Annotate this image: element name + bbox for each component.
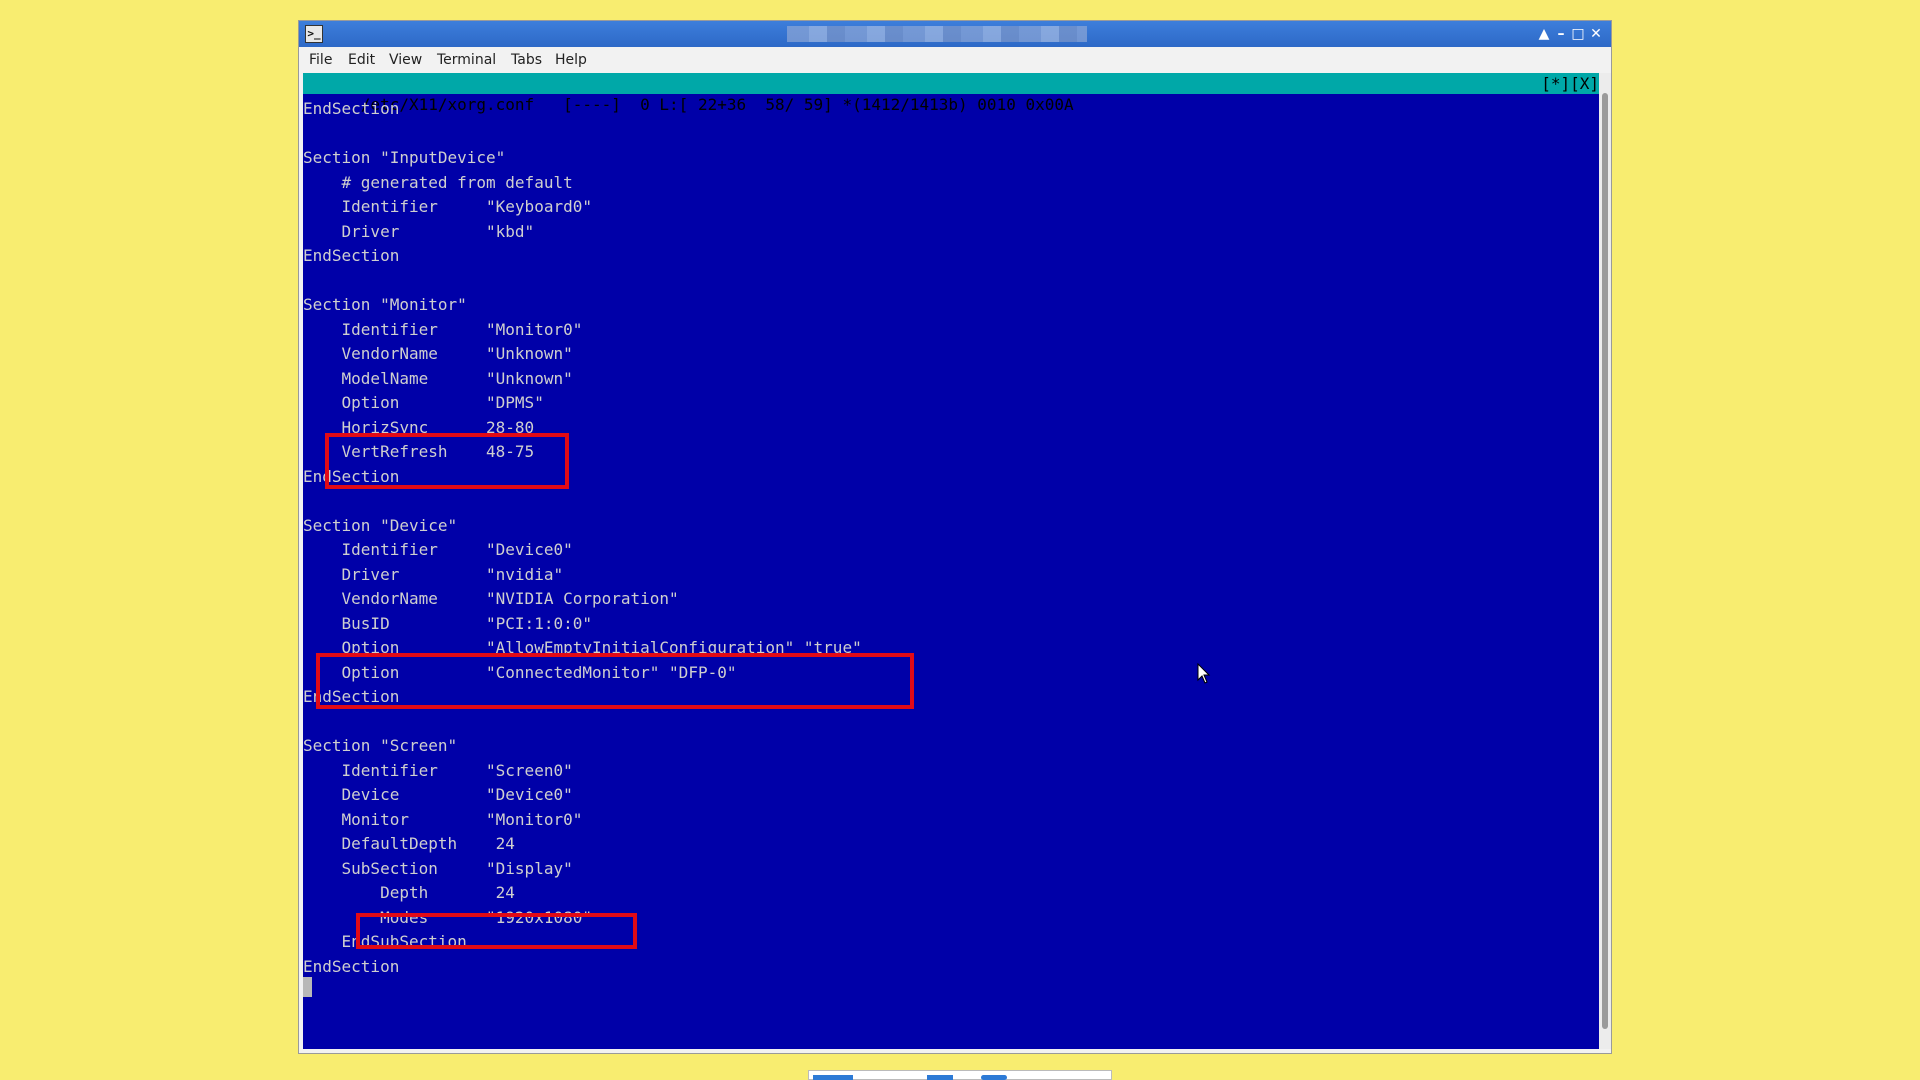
highlight-modes	[356, 913, 637, 949]
menu-edit[interactable]: Edit	[348, 52, 375, 68]
code-line: Depth 24	[303, 883, 515, 902]
menu-help[interactable]: Help	[555, 52, 587, 68]
code-line: Identifier "Monitor0"	[303, 319, 583, 339]
code-line: Driver "kbd"	[303, 221, 535, 241]
code-line: DefaultDepth 24	[303, 834, 515, 853]
code-line: EndSection	[303, 956, 400, 976]
title-bar[interactable]: >_ ▲ – □ ✕	[299, 21, 1611, 47]
code-line: BusID "PCI:1:0:0"	[303, 613, 592, 633]
code-line: Identifier "Keyboard0"	[303, 197, 592, 216]
close-icon[interactable]: ✕	[1587, 24, 1605, 44]
menu-tabs[interactable]: Tabs	[511, 52, 542, 68]
code-line: Section "Screen"	[303, 736, 458, 755]
terminal-app-icon: >_	[305, 25, 323, 43]
code-line: Option "DPMS"	[303, 393, 544, 412]
editor-status-bar: /etc/X11/xorg.conf [----] 0 L:[ 22+36 58…	[303, 73, 1603, 114]
window-buttons-status[interactable]: [*][X]	[1541, 73, 1599, 94]
code-line: Identifier "Screen0"	[303, 760, 573, 780]
text-cursor	[303, 977, 312, 997]
menu-file[interactable]: File	[309, 52, 332, 68]
code-line: Identifier "Device0"	[303, 540, 573, 559]
code-line: Device "Device0"	[303, 785, 573, 804]
code-line: Driver "nvidia"	[303, 564, 564, 584]
mouse-pointer-icon	[1197, 663, 1211, 684]
code-line: EndSection	[303, 99, 400, 118]
taskbar	[808, 1070, 1112, 1080]
minimize-icon[interactable]: –	[1552, 24, 1570, 44]
code-line: # generated from default	[303, 172, 573, 192]
menu-terminal[interactable]: Terminal	[437, 52, 496, 68]
highlight-monitor-sync	[325, 433, 569, 489]
code-line: Section "Monitor"	[303, 295, 467, 314]
maximize-icon[interactable]: □	[1569, 24, 1587, 44]
menu-bar: File Edit View Terminal Tabs Help	[299, 47, 1611, 73]
code-line: SubSection "Display"	[303, 858, 573, 878]
code-line: VendorName "Unknown"	[303, 344, 573, 363]
code-line: Section "Device"	[303, 515, 458, 535]
window-title-blurred	[787, 26, 1087, 42]
code-line: Monitor "Monitor0"	[303, 809, 583, 829]
menu-view[interactable]: View	[389, 52, 422, 68]
code-line: EndSection	[303, 246, 400, 265]
code-line: Section "InputDevice"	[303, 148, 506, 167]
terminal-window: >_ ▲ – □ ✕ File Edit View Terminal Tabs …	[298, 20, 1612, 1054]
shade-icon[interactable]: ▲	[1535, 24, 1553, 44]
code-line: VendorName "NVIDIA Corporation"	[303, 589, 679, 608]
code-line: ModelName "Unknown"	[303, 368, 573, 388]
file-status: /etc/X11/xorg.conf [----] 0 L:[ 22+36 58…	[360, 95, 1074, 114]
scrollbar-thumb[interactable]	[1602, 93, 1608, 1029]
vertical-scrollbar[interactable]	[1599, 73, 1611, 1049]
highlight-device-options	[316, 653, 914, 709]
editor-area[interactable]: /etc/X11/xorg.conf [----] 0 L:[ 22+36 58…	[303, 73, 1603, 1049]
